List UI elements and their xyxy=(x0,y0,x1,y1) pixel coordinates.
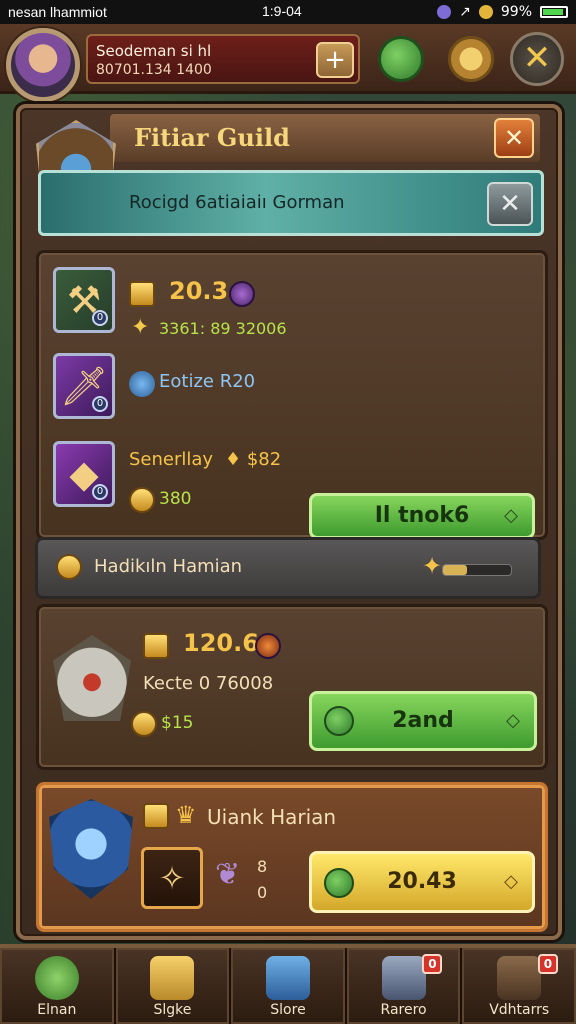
claim-button-label: 2and xyxy=(392,708,454,733)
trophy-icon: ♛ xyxy=(175,801,197,829)
progress-label: Hadikıln Hamian xyxy=(94,556,243,577)
nav-item-slgke[interactable]: Slgke xyxy=(116,948,232,1024)
close-icon[interactable]: ✕ xyxy=(510,32,564,86)
reward-sub: Kecte 0 76008 xyxy=(143,673,274,694)
feather-icon: ❦ xyxy=(215,857,241,892)
nav-label: Rarero xyxy=(380,1002,427,1018)
nav-item-rarero[interactable]: 0 Rarero xyxy=(347,948,463,1024)
item-sub-3: 380 xyxy=(159,489,192,509)
banner-text: Rocigd 6atiaiaiı Gorman xyxy=(129,192,345,213)
item-slot-crystal[interactable]: ◆ 0 xyxy=(53,441,115,507)
fire-gem-icon xyxy=(255,633,281,659)
location-icon: ↗ xyxy=(459,4,471,20)
banner-close-button[interactable]: ✕ xyxy=(487,182,533,226)
items-section: ⚒ 0 20.3 ✦ 3361: 89 32006 🗡 0 Eotize R20… xyxy=(35,250,548,599)
top-bar: Seodeman si hl 80701.134 1400 + ✕ xyxy=(0,24,576,102)
player-avatar[interactable] xyxy=(6,28,80,102)
weapons-icon xyxy=(497,956,542,1000)
reward-coins: $15 xyxy=(161,713,194,733)
store-box-icon xyxy=(265,956,310,1000)
cannon-item-slot[interactable]: ✧ xyxy=(141,847,203,909)
slot-badge: 0 xyxy=(92,484,108,500)
status-left-text: nesan lhammiot xyxy=(8,4,107,20)
coin-icon xyxy=(129,487,155,513)
rank-button-label: 20.43 xyxy=(387,869,457,894)
unlock-button-label: Il tnok6 xyxy=(374,503,470,528)
slot-badge: 0 xyxy=(92,310,108,326)
gold-bar-icon xyxy=(129,281,155,307)
progress-star-icon: ✦ xyxy=(422,552,443,580)
item-slot-dagger[interactable]: 🗡 0 xyxy=(53,353,115,419)
progress-row: Hadikıln Hamian ✦ xyxy=(35,537,541,599)
medal-icon xyxy=(56,554,82,580)
guild-panel: Fitiar Guild ✕ Rocigd 6atiaiaiı Gorman ✕… xyxy=(16,104,562,940)
gear-icon[interactable] xyxy=(448,36,494,82)
notification-badge: 0 xyxy=(422,954,443,974)
status-bar: nesan lhammiot 1:9-04 ↗ 99% xyxy=(0,0,576,24)
progress-bar xyxy=(442,564,512,576)
item-sub-1: 3361: 89 32006 xyxy=(159,319,287,338)
player-info-panel: Seodeman si hl 80701.134 1400 + xyxy=(86,34,360,84)
item-value-3: Senerllay xyxy=(129,449,214,470)
bottom-nav: Elnan Slgke Slore 0 Rarero 0 Vdhtarrs xyxy=(0,944,576,1024)
chevron-icon: ◇ xyxy=(504,871,518,892)
rank-section: ♛ Uiank Harian ✧ ❦ 8 0 20.43 ◇ xyxy=(36,782,548,932)
small-value-b: 0 xyxy=(257,883,268,902)
item-slot-hammer[interactable]: ⚒ 0 xyxy=(53,267,115,333)
item-badge-3: ♦ $82 xyxy=(225,449,282,470)
nav-item-elnan[interactable]: Elnan xyxy=(0,948,116,1024)
guild-banner: Rocigd 6atiaiaiı Gorman ✕ xyxy=(38,170,544,236)
coin-status-icon xyxy=(478,5,493,19)
leaf-icon xyxy=(324,706,354,736)
panel-title: Fitiar Guild xyxy=(134,123,290,152)
rank-reward-button[interactable]: 20.43 ◇ xyxy=(309,851,535,913)
battery-percent: 99% xyxy=(500,4,532,20)
coin-icon xyxy=(131,711,157,737)
panel-close-button[interactable]: ✕ xyxy=(494,118,534,158)
gem-icon xyxy=(229,281,255,307)
star-icon: ✦ xyxy=(131,315,150,340)
slot-badge: 0 xyxy=(92,396,108,412)
chevron-icon: ◇ xyxy=(506,710,520,731)
notification-icon xyxy=(437,5,452,19)
nav-item-slore[interactable]: Slore xyxy=(231,948,347,1024)
reward-value: 120.6 xyxy=(183,629,259,657)
leaf-icon xyxy=(324,868,354,898)
battery-icon xyxy=(540,6,568,18)
small-value-a: 8 xyxy=(257,857,268,876)
chevron-icon: ◇ xyxy=(504,505,518,526)
nav-label: Vdhtarrs xyxy=(489,1002,550,1018)
leaf-icon[interactable] xyxy=(378,36,424,82)
cannon-icon: ✧ xyxy=(158,859,186,897)
claim-button[interactable]: 2and ◇ xyxy=(309,691,537,751)
nav-label: Elnan xyxy=(37,1002,77,1018)
reward-section: 120.6 Kecte 0 76008 $15 2and ◇ xyxy=(36,604,548,770)
nav-label: Slgke xyxy=(153,1002,192,1018)
nav-item-vdhtarrs[interactable]: 0 Vdhtarrs xyxy=(462,948,576,1024)
gold-bar-icon xyxy=(143,633,169,659)
nav-label: Slore xyxy=(270,1002,306,1018)
crystal-icon xyxy=(129,371,155,397)
player-stats: 80701.134 1400 xyxy=(96,62,212,78)
status-right: ↗ 99% xyxy=(437,4,568,20)
status-time: 1:9-04 xyxy=(262,3,302,19)
gold-bar-icon xyxy=(143,803,169,829)
unlock-button[interactable]: Il tnok6 ◇ xyxy=(309,493,535,539)
item-badge-value: $82 xyxy=(246,449,282,470)
player-name: Seodeman si hl xyxy=(96,42,212,60)
chest-icon xyxy=(150,956,195,1000)
item-value-2: Eotize R20 xyxy=(159,371,256,392)
title-bar: Fitiar Guild ✕ xyxy=(110,114,540,162)
blue-shield-icon xyxy=(49,799,133,899)
item-value-1: 20.3 xyxy=(169,277,229,305)
progress-fill xyxy=(443,565,467,575)
globe-icon xyxy=(34,956,79,1000)
rank-title: Uiank Harian xyxy=(207,805,337,829)
helmet-icon xyxy=(53,635,131,721)
notification-badge: 0 xyxy=(537,954,558,974)
scroll-icon xyxy=(381,956,426,1000)
add-currency-button[interactable]: + xyxy=(316,42,354,78)
